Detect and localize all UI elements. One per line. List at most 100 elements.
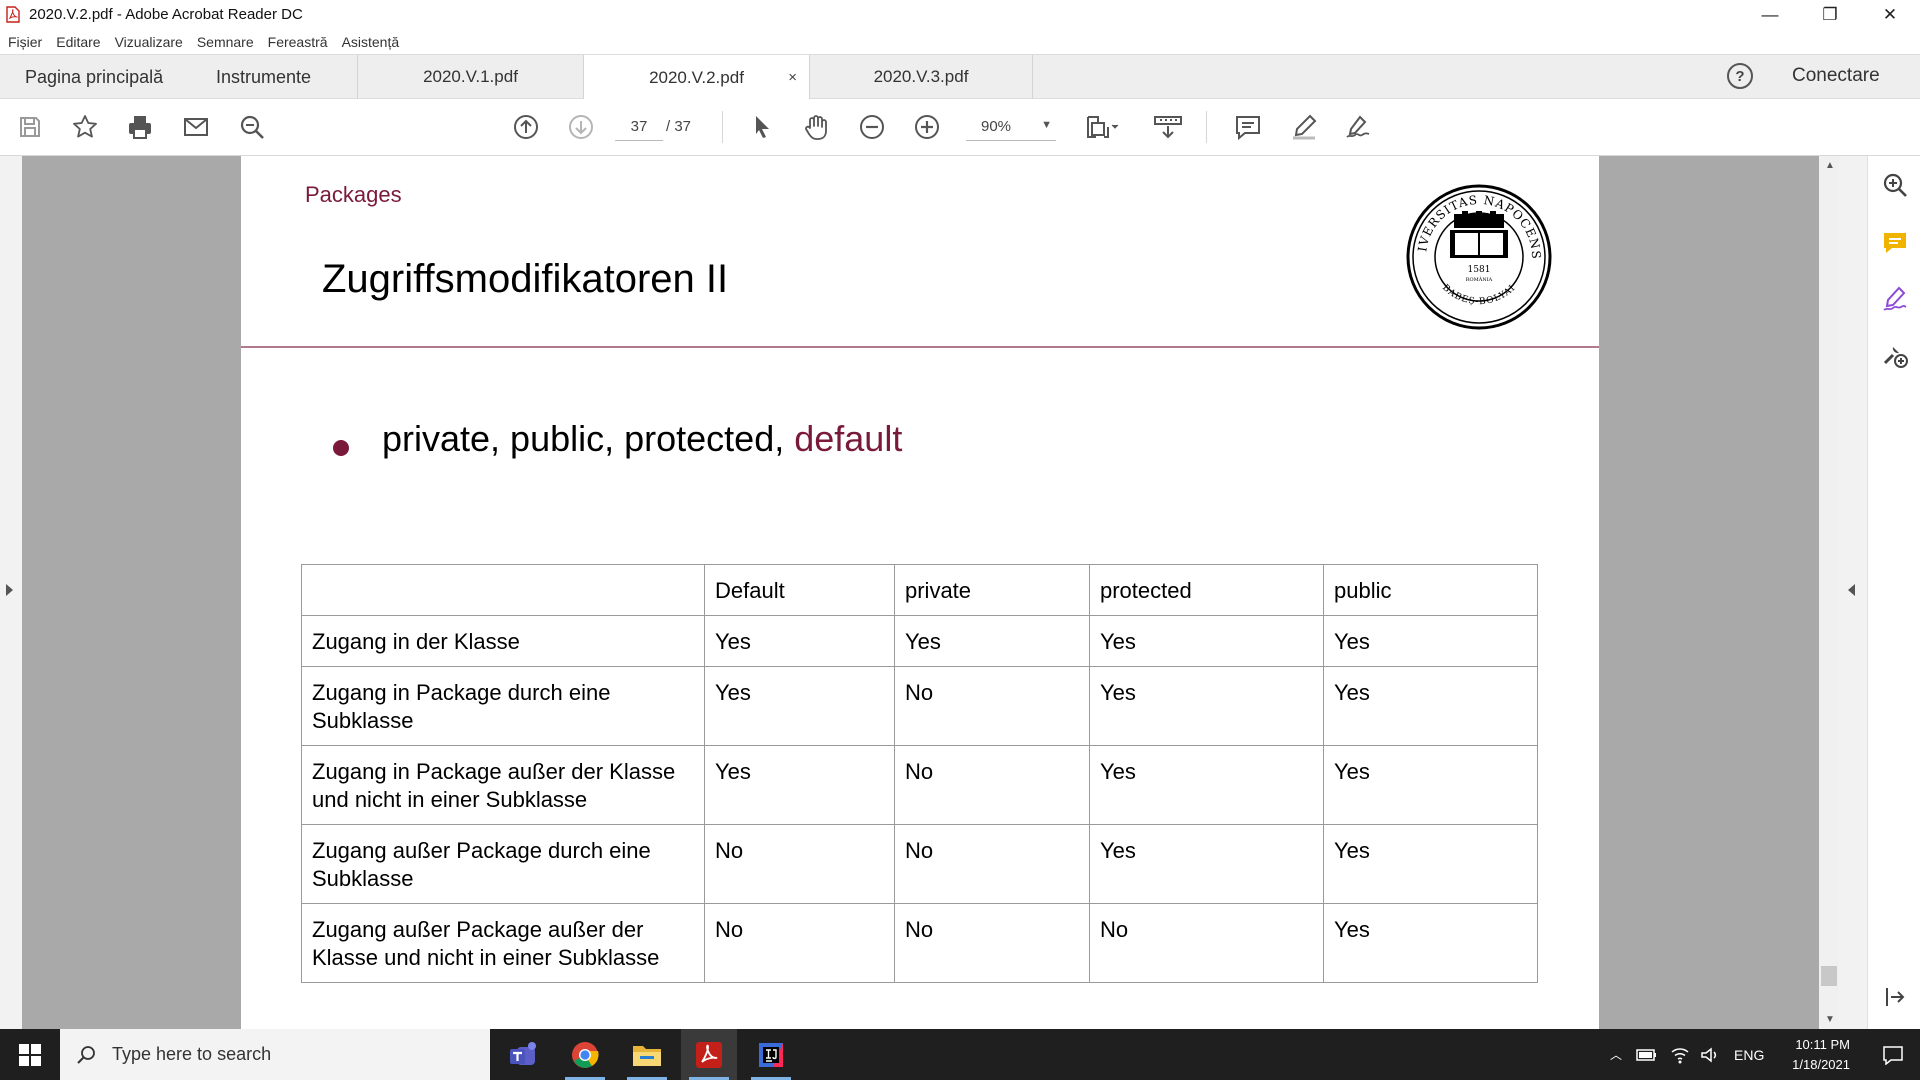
pdf-file-icon [6, 6, 20, 23]
table-header-cell: private [894, 564, 1090, 616]
table-row: Zugang in Package außer der Klasse und n… [301, 745, 1538, 825]
table-header-cell: Default [704, 564, 895, 616]
menu-help[interactable]: Asistență [342, 34, 400, 50]
scrollbar-thumb[interactable] [1821, 966, 1837, 986]
notifications-icon[interactable] [1866, 1029, 1920, 1080]
page-number-input[interactable]: 37 [615, 113, 663, 141]
scroll-down-icon[interactable]: ▼ [1825, 1014, 1835, 1025]
collapse-right-icon [1848, 584, 1855, 596]
tab-tools[interactable]: Instrumente [216, 55, 311, 99]
close-tab-icon[interactable]: × [788, 69, 797, 86]
chevron-down-icon: ▼ [1041, 119, 1052, 131]
tab-home[interactable]: Pagina principală [25, 55, 163, 99]
section-label: Packages [305, 182, 402, 207]
clock-time: 10:11 PM [1795, 1037, 1850, 1052]
bullet-text: private, public, protected, default [382, 418, 902, 460]
table-header-row: Default private protected public [301, 564, 1538, 616]
menu-file[interactable]: Fișier [8, 34, 42, 50]
email-icon[interactable] [180, 111, 212, 143]
table-row: Zugang in Package durch eine Subklasse Y… [301, 666, 1538, 746]
file-explorer-icon[interactable] [619, 1029, 675, 1080]
menu-sign[interactable]: Semnare [197, 34, 254, 50]
tab-doc-3-label: 2020.V.3.pdf [873, 67, 969, 86]
table-cell: Yes [704, 615, 895, 667]
zoom-in-icon[interactable] [911, 111, 943, 143]
find-icon[interactable] [236, 111, 268, 143]
scroll-up-icon[interactable]: ▲ [1825, 160, 1835, 171]
clock[interactable]: 10:11 PM 1/18/2021 [1760, 1035, 1850, 1075]
title-bar: 2020.V.2.pdf - Adobe Acrobat Reader DC —… [0, 0, 1920, 29]
more-tools-icon[interactable] [1880, 340, 1910, 370]
tab-doc-1[interactable]: 2020.V.1.pdf [357, 55, 583, 99]
zoom-value: 90% [981, 118, 1012, 135]
hand-icon[interactable] [801, 111, 833, 143]
svg-text:ROMÂNIA: ROMÂNIA [1466, 276, 1493, 283]
expand-left-icon [6, 584, 13, 596]
row-label: Zugang außer Package durch eine Subklass… [301, 824, 705, 904]
document-viewer[interactable]: Packages Zugriffsmodifikatoren II UNIVER… [0, 156, 1867, 1029]
highlight-icon[interactable] [1288, 111, 1320, 143]
next-page-icon[interactable] [565, 111, 597, 143]
tab-doc-1-label: 2020.V.1.pdf [423, 67, 518, 86]
restore-button[interactable]: ❐ [1800, 0, 1860, 29]
start-button[interactable] [0, 1029, 60, 1080]
right-panel-toggle[interactable] [1839, 156, 1867, 1029]
scroll-mode-icon[interactable] [1150, 111, 1186, 143]
toolbar-divider [722, 111, 723, 143]
zoom-search-icon[interactable] [1880, 170, 1910, 200]
heading-divider [241, 346, 1599, 348]
comment-icon[interactable] [1232, 111, 1264, 143]
table-header-cell [301, 564, 705, 616]
menu-bar: Fișier Editare Vizualizare Semnare Ferea… [0, 29, 1920, 54]
table-cell: Yes [1323, 903, 1538, 983]
left-panel-toggle[interactable] [0, 156, 22, 1029]
battery-icon[interactable] [1636, 1048, 1658, 1062]
fit-page-icon[interactable] [1082, 111, 1124, 143]
intellij-icon[interactable] [743, 1029, 799, 1080]
window-title: 2020.V.2.pdf - Adobe Acrobat Reader DC [29, 6, 303, 23]
taskbar-search[interactable]: Type here to search [60, 1029, 490, 1080]
table-cell: Yes [1089, 824, 1324, 904]
menu-window[interactable]: Fereastră [268, 34, 328, 50]
tab-doc-3[interactable]: 2020.V.3.pdf [809, 55, 1033, 99]
menu-view[interactable]: Vizualizare [115, 34, 183, 50]
help-button[interactable]: ? [1727, 63, 1753, 89]
table-cell: Yes [894, 615, 1090, 667]
table-cell: No [894, 745, 1090, 825]
zoom-select[interactable]: 90% ▼ [966, 113, 1056, 141]
teams-icon[interactable] [495, 1029, 551, 1080]
save-icon[interactable] [14, 111, 46, 143]
table-header-cell: protected [1089, 564, 1324, 616]
comment-tool-icon[interactable] [1880, 228, 1910, 258]
close-window-button[interactable]: ✕ [1860, 0, 1920, 29]
tab-doc-2[interactable]: 2020.V.2.pdf × [583, 55, 809, 100]
row-label: Zugang in Package durch eine Subklasse [301, 666, 705, 746]
table-cell: Yes [1089, 745, 1324, 825]
chrome-icon[interactable] [557, 1029, 613, 1080]
bookmark-star-icon[interactable] [69, 111, 101, 143]
fill-sign-icon[interactable] [1880, 284, 1910, 314]
table-cell: Yes [704, 745, 895, 825]
vertical-scrollbar[interactable]: ▲ ▼ [1819, 156, 1839, 1029]
table-cell: No [1089, 903, 1324, 983]
print-icon[interactable] [124, 111, 156, 143]
chevron-up-icon[interactable]: ︿ [1610, 1046, 1622, 1063]
wifi-icon[interactable] [1670, 1046, 1690, 1064]
prev-page-icon[interactable] [510, 111, 542, 143]
right-tools-panel [1867, 156, 1920, 1029]
sign-icon[interactable] [1342, 111, 1374, 143]
zoom-out-icon[interactable] [856, 111, 888, 143]
system-tray: ︿ ENG [1610, 1029, 1764, 1080]
table-cell: Yes [704, 666, 895, 746]
acrobat-icon[interactable] [681, 1029, 737, 1080]
volume-icon[interactable] [1700, 1046, 1720, 1064]
menu-edit[interactable]: Editare [56, 34, 100, 50]
svg-text:1581: 1581 [1468, 265, 1491, 275]
select-cursor-icon[interactable] [746, 111, 778, 143]
table-cell: No [894, 903, 1090, 983]
university-seal-logo: UNIVERSITAS NAPOCENSIS BABEȘ-BOLYAI 1581… [1406, 184, 1552, 330]
row-label: Zugang in der Klasse [301, 615, 705, 667]
collapse-panel-icon[interactable] [1880, 982, 1910, 1012]
connect-button[interactable]: Conectare [1792, 65, 1880, 87]
minimize-button[interactable]: — [1740, 0, 1800, 29]
